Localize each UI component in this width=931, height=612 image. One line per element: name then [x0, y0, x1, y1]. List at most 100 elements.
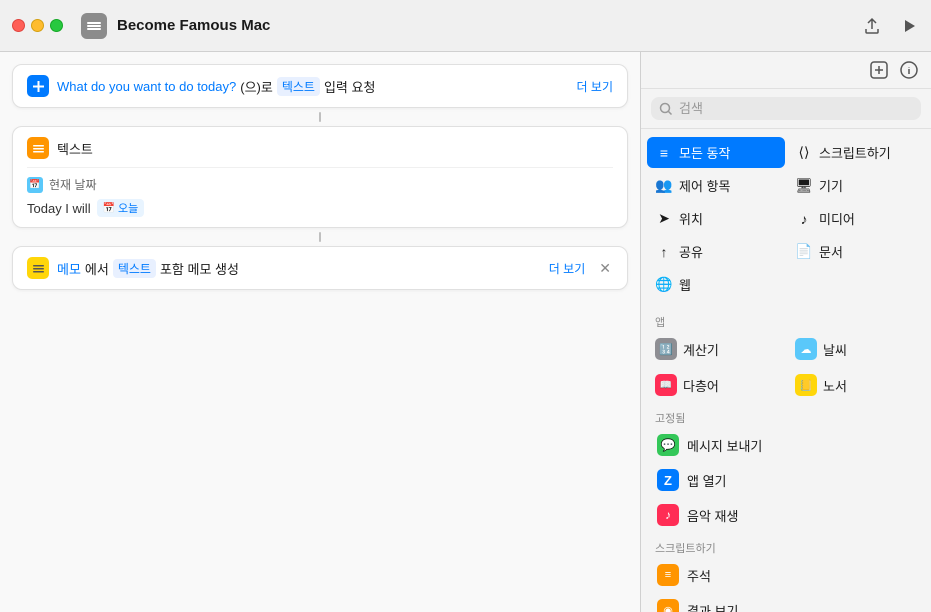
main-content: What do you want to do today? (으)로 텍스트 입… [0, 52, 931, 612]
play-music-label: 음악 재생 [687, 506, 738, 525]
app-title: Become Famous Mac [117, 17, 851, 34]
action-card-1: What do you want to do today? (으)로 텍스트 입… [12, 64, 628, 108]
show-result-icon: ◉ [657, 599, 679, 612]
play-music-icon: ♪ [657, 504, 679, 526]
search-bar [641, 89, 931, 129]
cat-document-icon: 📄 [795, 243, 813, 260]
card2-icon [27, 137, 49, 159]
send-message-label: 메시지 보내기 [687, 436, 762, 455]
card3-header: 메모 에서 텍스트 포함 메모 생성 더 보기 ✕ [27, 257, 613, 279]
cat-location-icon: ➤ [655, 210, 673, 227]
card1-icon [27, 75, 49, 97]
card3-badge: 텍스트 [113, 259, 156, 278]
notes-label: 노서 [823, 376, 847, 395]
comment-icon: ≡ [657, 564, 679, 586]
card2-body: 📅 현재 날짜 Today I will 📅오늘 [27, 167, 613, 217]
zoom-button[interactable] [50, 19, 63, 32]
card3-title-plain2: 포함 메모 생성 [160, 259, 239, 278]
card3-title: 메모 에서 텍스트 포함 메모 생성 [57, 259, 541, 278]
cat-share-icon: ↑ [655, 244, 673, 260]
titlebar-actions [861, 15, 919, 37]
weather-label: 날씨 [823, 340, 847, 359]
cat-web[interactable]: 🌐 웹 [647, 269, 785, 300]
divider-1 [12, 112, 628, 122]
cat-control-icon: 👥 [655, 177, 673, 194]
cat-all-label: 모든 동작 [679, 143, 730, 162]
card3-title-link[interactable]: 메모 [57, 259, 81, 278]
card1-title-plain2: 입력 요청 [324, 77, 375, 96]
weather-icon: ☁ [795, 338, 817, 360]
card1-title: What do you want to do today? (으)로 텍스트 입… [57, 77, 569, 96]
cat-weather[interactable]: ☁ 날씨 [787, 332, 925, 366]
notes-icon: 📒 [795, 374, 817, 396]
play-button[interactable] [899, 16, 919, 36]
card3-icon [27, 257, 49, 279]
cat-scripting-label: 스크립트하기 [819, 143, 891, 162]
calculator-icon: 🔢 [655, 338, 677, 360]
cat-device-label: 기기 [819, 176, 843, 195]
cat-share-label: 공유 [679, 242, 703, 261]
cat-device-icon: 🖥 [795, 177, 813, 194]
cat-media[interactable]: ♪ 미디어 [787, 203, 925, 234]
dictionary-icon: 📖 [655, 374, 677, 396]
cat-grid: ≡ 모든 동작 ⟨⟩ 스크립트하기 👥 제어 항목 🖥 기기 ➤ 위치 [641, 137, 931, 300]
card1-badge: 텍스트 [277, 77, 320, 96]
close-button[interactable] [12, 19, 25, 32]
cat-scripting[interactable]: ⟨⟩ 스크립트하기 [787, 137, 925, 168]
action-card-2: 텍스트 📅 현재 날짜 Today I will 📅오늘 [12, 126, 628, 228]
cat-media-icon: ♪ [795, 211, 813, 227]
open-app-icon: Z [657, 469, 679, 491]
cat-control-label: 제어 항목 [679, 176, 730, 195]
send-message-icon: 💬 [657, 434, 679, 456]
cat-share[interactable]: ↑ 공유 [647, 236, 785, 267]
card2-title-text: 텍스트 [57, 139, 93, 158]
app-icon [81, 13, 107, 39]
minimize-button[interactable] [31, 19, 44, 32]
cat-location[interactable]: ➤ 위치 [647, 203, 785, 234]
dictionary-label: 다층어 [683, 376, 719, 395]
card2-header: 텍스트 [27, 137, 613, 159]
search-input[interactable] [679, 101, 913, 116]
cat-dictionary[interactable]: 📖 다층어 [647, 368, 785, 402]
cat-media-label: 미디어 [819, 209, 855, 228]
cat-control[interactable]: 👥 제어 항목 [647, 170, 785, 201]
cat-document[interactable]: 📄 문서 [787, 236, 925, 267]
titlebar: Become Famous Mac [0, 0, 931, 52]
cat-notes[interactable]: 📒 노서 [787, 368, 925, 402]
open-app-label: 앱 열기 [687, 471, 727, 490]
add-action-button[interactable] [869, 60, 889, 80]
app-grid: 🔢 계산기 ☁ 날씨 📖 다층어 📒 노서 [641, 332, 931, 402]
share-button[interactable] [861, 15, 883, 37]
cat-device[interactable]: 🖥 기기 [787, 170, 925, 201]
card2-sub-icon: 📅 [27, 177, 43, 193]
search-input-wrapper [651, 97, 921, 120]
comment-label: 주석 [687, 566, 711, 585]
card2-title: 텍스트 [57, 139, 613, 158]
card3-more-button[interactable]: 더 보기 [549, 260, 585, 277]
divider-2 [12, 232, 628, 242]
pinned-open-app[interactable]: Z 앱 열기 [647, 463, 925, 497]
cat-all[interactable]: ≡ 모든 동작 [647, 137, 785, 168]
card1-title-link[interactable]: What do you want to do today? [57, 79, 236, 94]
cat-location-label: 위치 [679, 209, 703, 228]
pinned-send-message[interactable]: 💬 메시지 보내기 [647, 428, 925, 462]
card2-input-text: Today I will [27, 201, 91, 216]
card3-close-button[interactable]: ✕ [597, 260, 613, 277]
cat-web-icon: 🌐 [655, 276, 673, 293]
app-section-label: 앱 [641, 308, 931, 332]
search-icon [659, 102, 673, 116]
script-show-result[interactable]: ◉ 결과 보기 [647, 593, 925, 612]
cat-web-label: 웹 [679, 275, 691, 294]
pinned-play-music[interactable]: ♪ 음악 재생 [647, 498, 925, 532]
card1-title-plain1: (으)로 [240, 77, 273, 96]
info-button[interactable] [899, 60, 919, 80]
card1-more-button[interactable]: 더 보기 [577, 78, 613, 95]
card2-sub-item: 📅 현재 날짜 [27, 176, 613, 193]
cat-calculator[interactable]: 🔢 계산기 [647, 332, 785, 366]
card2-sub-label: 현재 날짜 [49, 176, 97, 193]
script-comment[interactable]: ≡ 주석 [647, 558, 925, 592]
cat-document-label: 문서 [819, 242, 843, 261]
categories-nav: ≡ 모든 동작 ⟨⟩ 스크립트하기 👥 제어 항목 🖥 기기 ➤ 위치 [641, 129, 931, 612]
action-card-3: 메모 에서 텍스트 포함 메모 생성 더 보기 ✕ [12, 246, 628, 290]
card2-date-badge: 📅오늘 [97, 199, 145, 217]
